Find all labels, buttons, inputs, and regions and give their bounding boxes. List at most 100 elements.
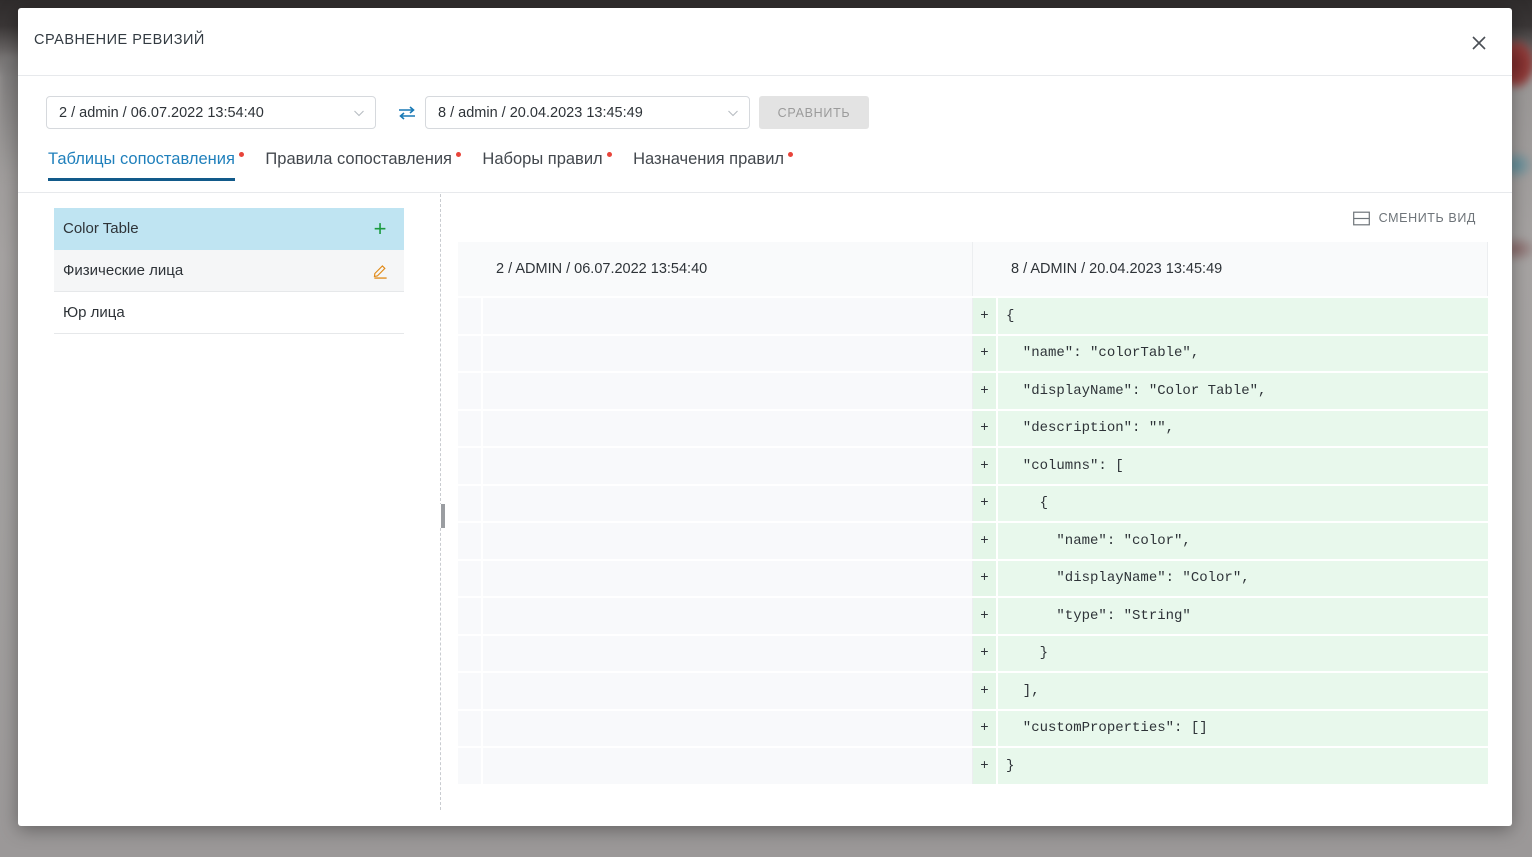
right-marker: +: [973, 597, 998, 635]
left-code-line: [482, 522, 973, 560]
right-code-line: }: [997, 635, 1488, 673]
right-code-line: "customProperties": []: [997, 710, 1488, 748]
table-row: + }: [458, 747, 1488, 785]
tab-change-dot: [607, 152, 612, 157]
tab-mapping-rules[interactable]: Правила сопоставления: [265, 150, 452, 180]
left-marker: [458, 597, 482, 635]
revision-comparison-dialog: СРАВНЕНИЕ РЕВИЗИЙ 2 / admin / 06.07.2022…: [18, 8, 1512, 826]
close-icon[interactable]: [1464, 28, 1494, 58]
left-marker: [458, 335, 482, 373]
left-marker: [458, 710, 482, 748]
left-code-line: [482, 597, 973, 635]
table-row: + "name": "colorTable",: [458, 335, 1488, 373]
panel-splitter[interactable]: [440, 194, 444, 810]
left-code-line: [482, 372, 973, 410]
list-item[interactable]: Юр лица: [54, 292, 404, 334]
left-marker: [458, 485, 482, 523]
right-marker: +: [973, 635, 998, 673]
right-marker: +: [973, 485, 998, 523]
table-row: + {: [458, 485, 1488, 523]
left-revision-value: 2 / admin / 06.07.2022 13:54:40: [59, 105, 351, 121]
right-gutter-header: [973, 242, 998, 297]
dialog-body: Color Table + Физические лица Юр лица: [18, 194, 1512, 826]
right-revision-header: 8 / ADMIN / 20.04.2023 13:45:49: [997, 242, 1488, 297]
right-code-line: "description": "",: [997, 410, 1488, 448]
right-marker: +: [973, 335, 998, 373]
left-revision-select[interactable]: 2 / admin / 06.07.2022 13:54:40: [46, 96, 376, 129]
split-view-icon: [1353, 211, 1370, 226]
right-code-line: "name": "colorTable",: [997, 335, 1488, 373]
list-item-label: Color Table: [63, 220, 370, 237]
left-marker: [458, 447, 482, 485]
right-code-line: "displayName": "Color Table",: [997, 372, 1488, 410]
left-gutter-header: [458, 242, 482, 297]
compare-button[interactable]: СРАВНИТЬ: [759, 96, 869, 129]
change-view-label: СМЕНИТЬ ВИД: [1379, 211, 1476, 225]
chevron-down-icon: [351, 105, 367, 121]
table-row: + "name": "color",: [458, 522, 1488, 560]
diff-table-body: + { + "name": "colorTable", + "displayNa: [458, 297, 1488, 785]
right-marker: +: [973, 747, 998, 785]
tab-change-dot: [239, 152, 244, 157]
tab-label: Назначения правил: [633, 150, 784, 168]
left-code-line: [482, 710, 973, 748]
right-marker: +: [973, 372, 998, 410]
tab-rule-sets[interactable]: Наборы правил: [482, 150, 602, 180]
left-code-line: [482, 335, 973, 373]
splitter-grip[interactable]: [440, 504, 446, 528]
pencil-icon[interactable]: [370, 261, 390, 281]
tab-rule-assignments[interactable]: Назначения правил: [633, 150, 784, 180]
left-marker: [458, 410, 482, 448]
diff-header-row: 2 / ADMIN / 06.07.2022 13:54:40 8 / ADMI…: [458, 242, 1488, 297]
chevron-down-icon: [725, 105, 741, 121]
right-code-line: {: [997, 485, 1488, 523]
tab-label: Наборы правил: [482, 150, 602, 168]
right-marker: +: [973, 522, 998, 560]
plus-icon[interactable]: +: [370, 219, 390, 239]
tab-label: Таблицы сопоставления: [48, 150, 235, 168]
left-code-line: [482, 635, 973, 673]
right-code-line: }: [997, 747, 1488, 785]
left-code-line: [482, 672, 973, 710]
left-code-line: [482, 560, 973, 598]
dialog-header: СРАВНЕНИЕ РЕВИЗИЙ: [18, 8, 1512, 76]
left-marker: [458, 297, 482, 335]
tab-bar: Таблицы сопоставления Правила сопоставле…: [18, 148, 1512, 193]
table-row: + ],: [458, 672, 1488, 710]
tab-change-dot: [456, 152, 461, 157]
table-row: + "description": "",: [458, 410, 1488, 448]
list-item-label: Юр лица: [63, 304, 390, 321]
right-marker: +: [973, 560, 998, 598]
right-marker: +: [973, 410, 998, 448]
right-code-line: "columns": [: [997, 447, 1488, 485]
table-row: + "columns": [: [458, 447, 1488, 485]
list-item-label: Физические лица: [63, 262, 370, 279]
table-row: + {: [458, 297, 1488, 335]
change-view-button[interactable]: СМЕНИТЬ ВИД: [1349, 206, 1480, 231]
table-row: + "customProperties": []: [458, 710, 1488, 748]
diff-pane: СМЕНИТЬ ВИД 2 / ADMIN / 06.07.2022 13:54…: [458, 194, 1488, 826]
right-code-line: ],: [997, 672, 1488, 710]
right-code-line: "type": "String": [997, 597, 1488, 635]
table-row: + "displayName": "Color",: [458, 560, 1488, 598]
list-item[interactable]: Color Table +: [54, 208, 404, 250]
left-marker: [458, 522, 482, 560]
right-revision-select[interactable]: 8 / admin / 20.04.2023 13:45:49: [425, 96, 750, 129]
page-title: СРАВНЕНИЕ РЕВИЗИЙ: [34, 32, 205, 48]
table-row: + "displayName": "Color Table",: [458, 372, 1488, 410]
right-code-line: {: [997, 297, 1488, 335]
tab-change-dot: [788, 152, 793, 157]
swap-revisions-icon[interactable]: [397, 104, 417, 122]
left-code-line: [482, 447, 973, 485]
tab-mapping-tables[interactable]: Таблицы сопоставления: [48, 150, 235, 180]
diff-table: 2 / ADMIN / 06.07.2022 13:54:40 8 / ADMI…: [458, 242, 1488, 786]
left-marker: [458, 672, 482, 710]
right-marker: +: [973, 672, 998, 710]
left-marker: [458, 747, 482, 785]
left-marker: [458, 560, 482, 598]
right-code-line: "displayName": "Color",: [997, 560, 1488, 598]
left-code-line: [482, 410, 973, 448]
list-item[interactable]: Физические лица: [54, 250, 404, 292]
right-revision-value: 8 / admin / 20.04.2023 13:45:49: [438, 105, 725, 121]
left-code-line: [482, 485, 973, 523]
